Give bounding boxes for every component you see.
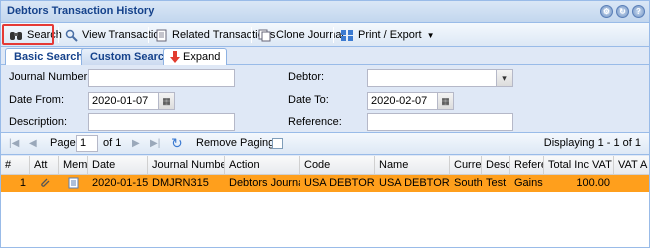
toolbar-separator (58, 27, 59, 43)
refresh-icon[interactable]: ↻ (616, 5, 629, 18)
print-export-button[interactable]: Print / Export ▼ (336, 25, 439, 45)
column-header-description[interactable]: Descrip (482, 156, 510, 175)
journal-number-label: Journal Number: (9, 71, 91, 83)
chevron-down-icon: ▼ (426, 30, 435, 40)
panel-tools: ⚙ ↻ ? (600, 5, 645, 18)
toolbar-separator (148, 27, 149, 43)
column-header-date[interactable]: Date (88, 156, 148, 175)
magnifier-icon (65, 29, 78, 42)
arrow-down-icon (170, 51, 180, 63)
toolbar: Search View Transaction Related Transact… (1, 23, 649, 47)
panel-title: Debtors Transaction History (7, 5, 155, 17)
date-to-field[interactable]: 2020-02-07 ▦ (367, 92, 454, 110)
expand-button[interactable]: Expand (163, 48, 228, 65)
description-label: Description: (9, 116, 68, 128)
column-header-name[interactable]: Name (375, 156, 450, 175)
expand-label: Expand (183, 51, 221, 63)
last-page-icon[interactable]: ▶| (150, 138, 160, 149)
chevron-down-icon[interactable]: ▾ (496, 70, 512, 86)
search-highlight (2, 24, 54, 45)
debtor-label: Debtor: (288, 71, 325, 83)
refresh-icon[interactable]: ↻ (171, 135, 183, 152)
row-vat (614, 175, 649, 192)
column-header-reference[interactable]: Refere (510, 156, 544, 175)
row-action: Debtors Journal De (229, 177, 300, 189)
row-currency: South A (454, 177, 482, 189)
search-tabs: Basic Search Custom Search Expand (1, 47, 649, 66)
date-from-value: 2020-01-07 (92, 95, 149, 107)
column-header-memo[interactable]: Memo (59, 156, 88, 175)
column-header-code[interactable]: Code (300, 156, 375, 175)
column-header-journal-number[interactable]: Journal Number (148, 156, 225, 175)
page-number-input[interactable]: 1 (76, 135, 98, 152)
remove-paging-checkbox[interactable] (272, 138, 283, 149)
date-from-field[interactable]: 2020-01-07 ▦ (88, 92, 175, 110)
column-header-currency[interactable]: Curren (450, 156, 482, 175)
date-to-value: 2020-02-07 (371, 95, 428, 107)
column-header-number[interactable]: # (1, 156, 30, 175)
first-page-icon[interactable]: |◀ (9, 138, 19, 149)
search-form: Journal Number: Debtor: ▾ Date From: 202… (1, 65, 649, 133)
toolbar-separator (251, 27, 252, 43)
paperclip-icon[interactable] (30, 175, 59, 192)
row-number: 1 (19, 177, 26, 189)
grid-header: # Att Memo Date Journal Number Action Co… (1, 156, 649, 175)
transaction-history-panel: Debtors Transaction History ⚙ ↻ ? Search… (0, 0, 650, 248)
description-field[interactable] (88, 113, 235, 131)
row-code: USA DEBTOR (304, 177, 375, 189)
date-from-label: Date From: (9, 94, 65, 106)
column-header-vat[interactable]: VAT A (614, 156, 649, 175)
gear-icon[interactable]: ⚙ (600, 5, 613, 18)
journal-number-field[interactable] (88, 69, 235, 87)
tab-basic-search[interactable]: Basic Search (5, 48, 93, 66)
page-label: Page (50, 137, 76, 149)
remove-paging-label: Remove Paging: (196, 137, 278, 149)
reference-field[interactable] (367, 113, 513, 131)
displaying-status: Displaying 1 - 1 of 1 (543, 137, 641, 149)
row-journal-number: DMJRN315 (152, 177, 209, 189)
grid-body (1, 192, 649, 247)
copy-icon (258, 29, 271, 41)
print-export-label: Print / Export (358, 29, 422, 41)
table-row[interactable]: 1 2020-01-15 DMJRN315 Debtors Journal De… (1, 175, 649, 192)
column-header-att[interactable]: Att (30, 156, 59, 175)
column-header-action[interactable]: Action (225, 156, 300, 175)
date-to-label: Date To: (288, 94, 329, 106)
debtor-select[interactable]: ▾ (367, 69, 513, 87)
help-icon[interactable]: ? (632, 5, 645, 18)
reference-label: Reference: (288, 116, 342, 128)
row-description: Test (486, 177, 507, 189)
next-page-icon[interactable]: ▶ (132, 138, 140, 149)
panel-header: Debtors Transaction History ⚙ ↻ ? (1, 1, 649, 23)
row-name: USA DEBTOR (379, 177, 450, 189)
row-reference: Gains T (514, 177, 544, 189)
toolbar-separator (333, 27, 334, 43)
calendar-icon[interactable]: ▦ (437, 93, 453, 109)
calendar-icon[interactable]: ▦ (158, 93, 174, 109)
page-count: of 1 (103, 137, 122, 149)
row-date: 2020-01-15 (92, 177, 148, 189)
row-total-inc-vat: 100.00 (576, 177, 610, 189)
document-icon (156, 29, 167, 41)
prev-page-icon[interactable]: ◀ (29, 138, 37, 149)
column-header-total-inc-vat[interactable]: Total Inc VAT (544, 156, 614, 175)
paging-toolbar: |◀ ◀ Page 1 of 1 ▶ ▶| ↻ Remove Paging: D… (1, 133, 649, 155)
memo-icon[interactable] (59, 175, 88, 192)
print-export-icon (341, 29, 353, 41)
